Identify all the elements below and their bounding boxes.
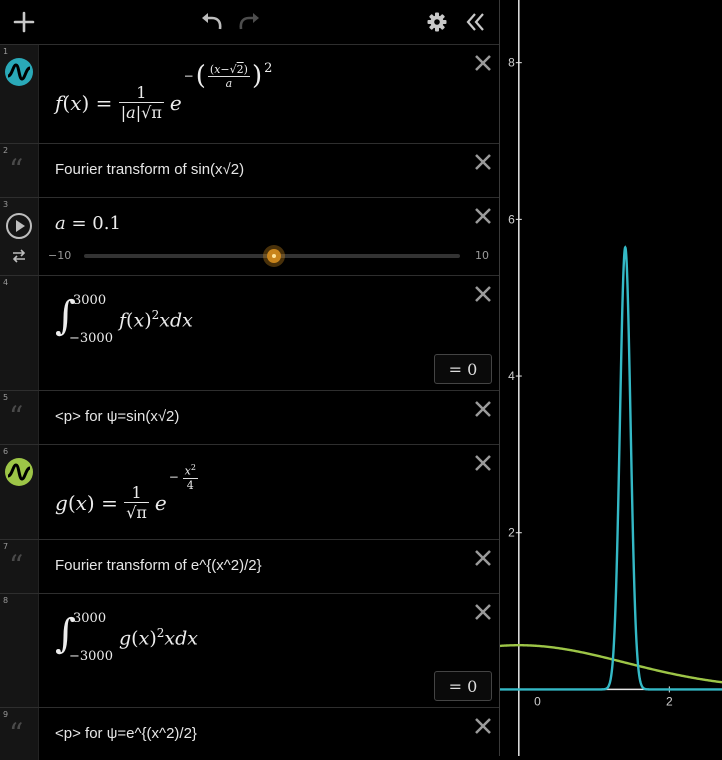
collapse-panel-button[interactable] — [462, 8, 490, 36]
gutter: 6 — [0, 445, 39, 539]
note-text[interactable]: Fourier transform of e^{(x^2)/2} — [55, 557, 262, 574]
integral-row-g[interactable]: 8 ∫ 3000 −3000 g(x)2xdx = 0 — [0, 594, 499, 708]
integrand: g(x)2xdx — [119, 626, 198, 650]
expression-row-g[interactable]: 6 g(x) = 1 √π e − x2 4 — [0, 445, 499, 540]
expression-row-f[interactable]: 1 f(x) = 1 |a|√π e −( (x−√2) a) 2 — [0, 45, 499, 144]
note-row[interactable]: 2 “ Fourier transform of sin(x√2) — [0, 144, 499, 198]
delete-icon[interactable] — [474, 54, 492, 72]
upper-limit: 3000 — [73, 293, 107, 308]
slider-min-label: −10 — [48, 249, 72, 262]
quote-icon: “ — [9, 153, 24, 186]
note-row[interactable]: 7 “ Fourier transform of e^{(x^2)/2} — [0, 540, 499, 594]
gutter: 8 — [0, 594, 39, 707]
delete-icon[interactable] — [474, 153, 492, 171]
slider-variable: a — [55, 213, 66, 234]
gutter: 3 — [0, 198, 39, 275]
row-index: 7 — [3, 542, 9, 551]
delete-icon[interactable] — [474, 400, 492, 418]
quote-icon: “ — [9, 400, 24, 433]
gear-icon — [427, 12, 447, 32]
row-index: 2 — [3, 146, 9, 155]
slider-row-a[interactable]: 3 a = 0.1 −10 10 — [0, 198, 499, 276]
plus-icon — [13, 11, 35, 33]
graph-color-icon[interactable] — [4, 457, 34, 487]
delete-icon[interactable] — [474, 285, 492, 303]
toolbar — [0, 0, 499, 45]
double-chevron-left-icon — [466, 13, 484, 31]
y-tick-label: 2 — [508, 526, 515, 540]
gutter: 9 “ — [0, 708, 39, 760]
gutter: 5 “ — [0, 391, 39, 444]
formula-g[interactable]: g(x) = 1 √π e − x2 4 — [55, 463, 198, 522]
row-index: 5 — [3, 393, 9, 402]
gutter: 4 — [0, 276, 39, 390]
loop-icon[interactable] — [11, 249, 27, 263]
expression-list: 1 f(x) = 1 |a|√π e −( (x−√2) a) 2 2 “ F… — [0, 45, 499, 760]
quote-icon: “ — [9, 549, 24, 582]
slider-thumb[interactable] — [262, 245, 285, 267]
note-text[interactable]: Fourier transform of sin(x√2) — [55, 161, 244, 178]
settings-button[interactable] — [423, 8, 451, 36]
y-tick-label: 4 — [508, 369, 515, 383]
row-index: 6 — [3, 447, 9, 456]
graph-color-icon[interactable] — [4, 57, 34, 87]
graph-canvas[interactable]: 2 4 6 8 0 2 — [499, 0, 722, 756]
gutter: 1 — [0, 45, 39, 143]
redo-button[interactable] — [236, 8, 264, 36]
undo-icon — [202, 13, 222, 30]
note-row[interactable]: 9 “ <p> for ψ=e^{(x^2)/2} — [0, 708, 499, 760]
delete-icon[interactable] — [474, 549, 492, 567]
upper-limit: 3000 — [73, 611, 107, 626]
slider-equation[interactable]: a = 0.1 — [55, 213, 121, 234]
delete-icon[interactable] — [474, 717, 492, 735]
integral-row-f[interactable]: 4 ∫ 3000 −3000 f(x)2xdx = 0 — [0, 276, 499, 391]
integral-f-formula[interactable]: ∫ 3000 −3000 f(x)2xdx — [55, 290, 275, 350]
delete-icon[interactable] — [474, 207, 492, 225]
row-index: 3 — [3, 200, 9, 209]
integral-g-formula[interactable]: ∫ 3000 −3000 g(x)2xdx — [55, 608, 275, 668]
graph-svg[interactable]: 2 4 6 8 0 2 — [499, 0, 722, 756]
expression-panel: 1 f(x) = 1 |a|√π e −( (x−√2) a) 2 2 “ F… — [0, 0, 499, 760]
add-item-button[interactable] — [10, 8, 38, 36]
gutter: 7 “ — [0, 540, 39, 593]
x-tick-label: 2 — [666, 694, 673, 708]
slider-value: 0.1 — [92, 213, 121, 234]
row-index: 8 — [3, 596, 9, 605]
lower-limit: −3000 — [69, 649, 113, 664]
row-index: 4 — [3, 278, 9, 287]
curve-f[interactable] — [500, 245, 722, 691]
y-tick-label: 8 — [508, 56, 515, 70]
x-tick-label: 0 — [534, 694, 541, 708]
delete-icon[interactable] — [474, 454, 492, 472]
y-tick-label: 6 — [508, 212, 515, 226]
result-box: = 0 — [434, 354, 492, 384]
undo-button[interactable] — [197, 8, 225, 36]
row-index: 9 — [3, 710, 9, 719]
redo-icon — [239, 13, 259, 30]
result-box: = 0 — [434, 671, 492, 701]
note-text[interactable]: <p> for ψ=sin(x√2) — [55, 408, 179, 425]
play-icon[interactable] — [5, 212, 33, 240]
delete-icon[interactable] — [474, 603, 492, 621]
lower-limit: −3000 — [69, 331, 113, 346]
slider-max-label: 10 — [475, 249, 489, 262]
gutter: 2 “ — [0, 144, 39, 197]
quote-icon: “ — [9, 717, 24, 750]
integrand: f(x)2xdx — [119, 308, 193, 332]
note-row[interactable]: 5 “ <p> for ψ=sin(x√2) — [0, 391, 499, 445]
formula-f[interactable]: f(x) = 1 |a|√π e −( (x−√2) a ) 2 — [55, 61, 272, 122]
note-text[interactable]: <p> for ψ=e^{(x^2)/2} — [55, 725, 197, 742]
row-index: 1 — [3, 47, 9, 56]
